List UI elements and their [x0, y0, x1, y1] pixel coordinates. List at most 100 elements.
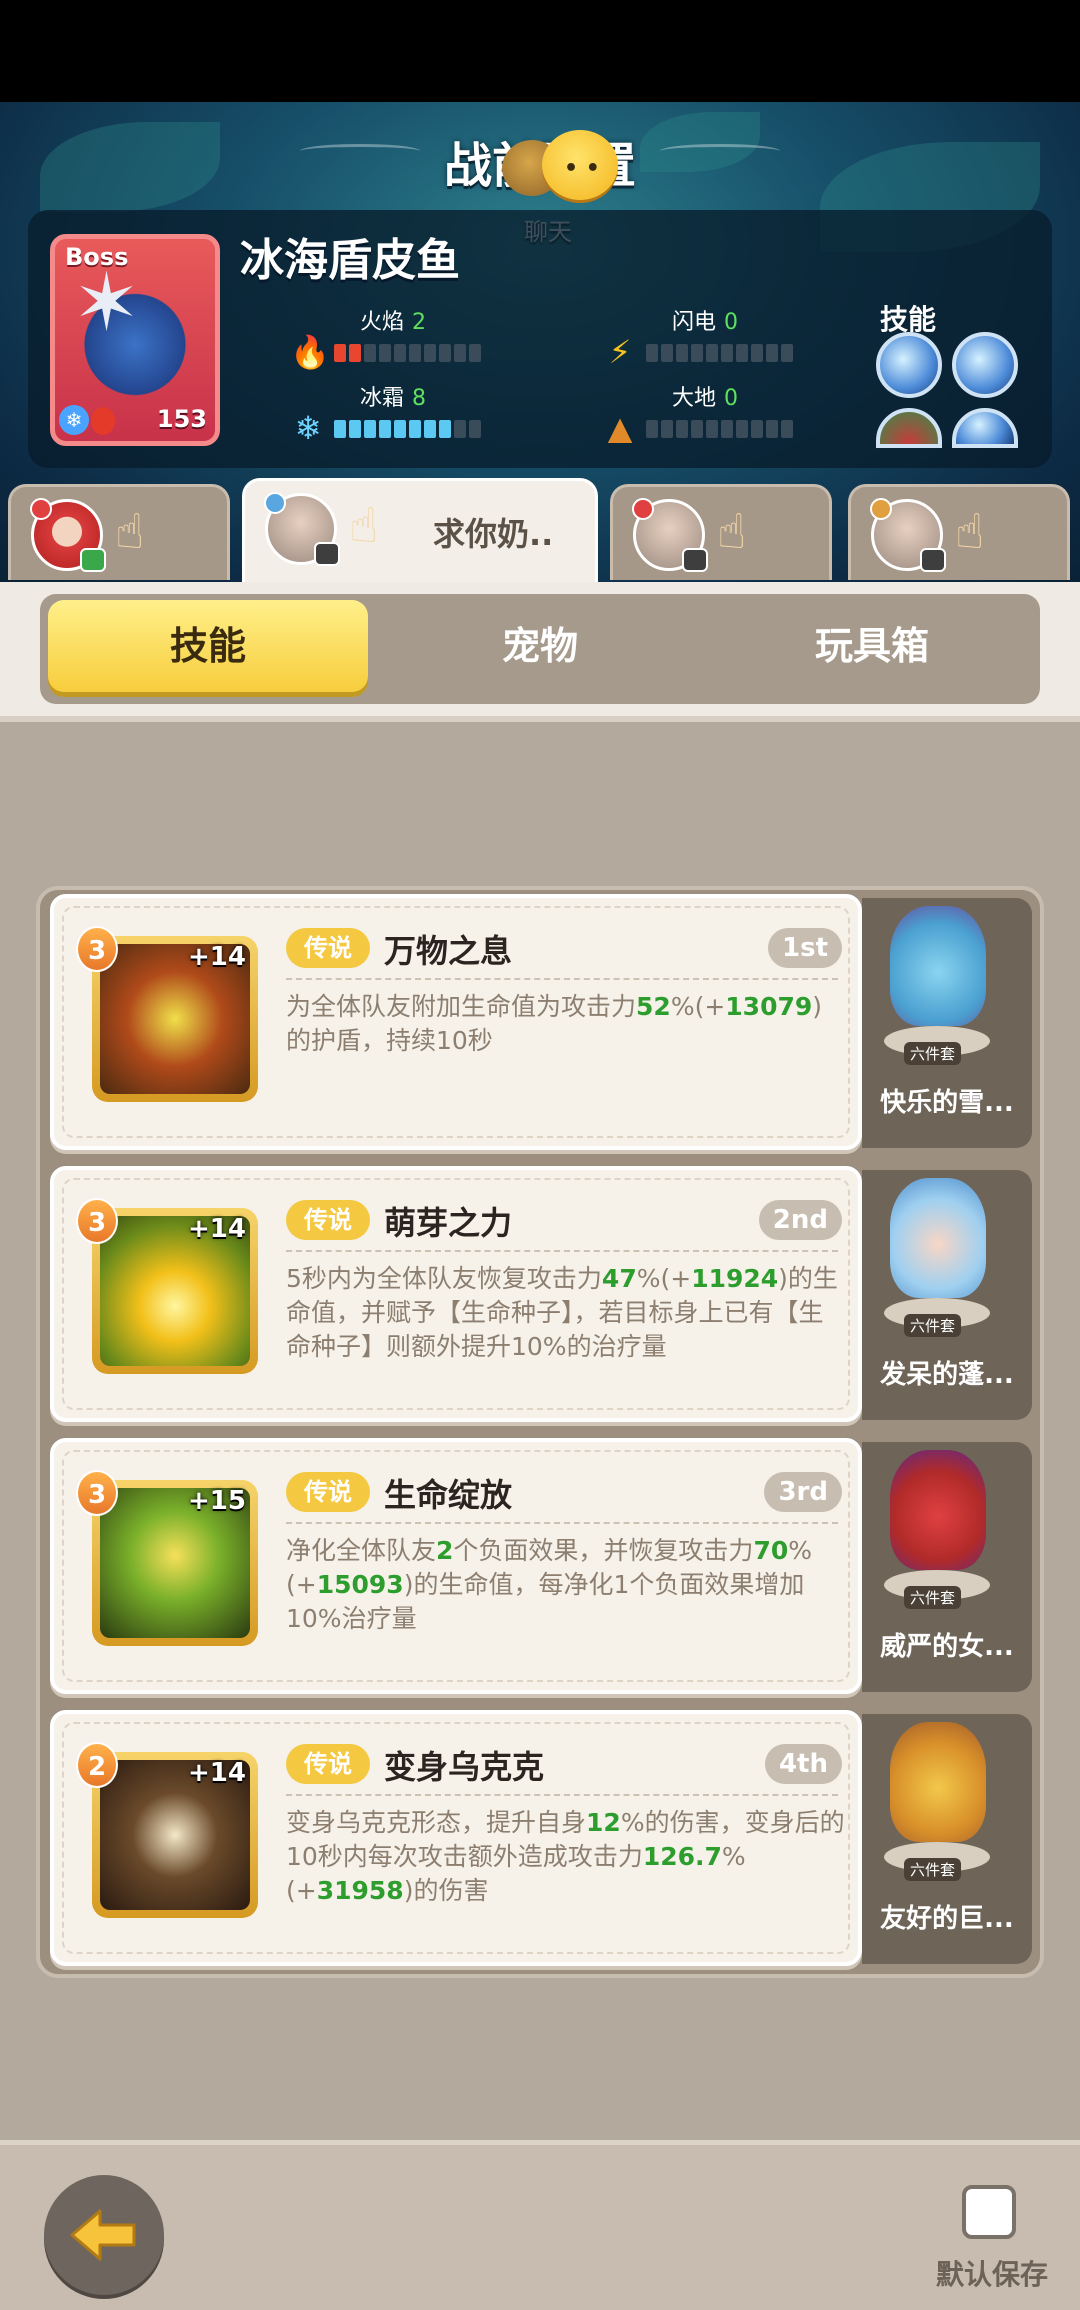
- desc-text: )的伤害: [403, 1876, 489, 1905]
- stat-lightning-value: 0: [724, 310, 739, 335]
- rank-badge: 3rd: [764, 1472, 842, 1512]
- snow-statue-icon: [890, 906, 986, 1026]
- skill-card[interactable]: 3 +15 传说 生命绽放 3rd 净化全体队友2个负面效果，并恢复攻击力70%…: [50, 1438, 862, 1694]
- earth-icon: ▲: [607, 409, 633, 447]
- skill-description: 为全体队友附加生命值为攻击力52%(+13079)的护盾，持续10秒: [286, 990, 846, 1058]
- device-icon: [314, 542, 340, 566]
- skill-level-badge: 3: [76, 926, 118, 972]
- skill-row[interactable]: 3 +14 传说 万物之息 1st 为全体队友附加生命值为攻击力52%(+130…: [50, 894, 1038, 1154]
- boss-skill-4-icon[interactable]: [952, 408, 1018, 448]
- tab-toybox[interactable]: 玩具箱: [712, 600, 1032, 692]
- skill-level-badge: 2: [76, 1742, 118, 1788]
- toy-set-card[interactable]: 六件套 友好的巨...: [862, 1714, 1032, 1964]
- player-tab-3[interactable]: ☝: [610, 484, 832, 580]
- set-label: 六件套: [904, 1858, 962, 1881]
- skill-row[interactable]: 2 +14 传说 变身乌克克 4th 变身乌克克形态，提升自身12%的伤害，变身…: [50, 1710, 1038, 1970]
- desc-text: %(+: [670, 992, 726, 1021]
- boss-spikes-icon: ✶: [73, 256, 141, 349]
- toy-set-card[interactable]: 六件套 快乐的雪...: [862, 898, 1032, 1148]
- skill-row[interactable]: 3 +15 传说 生命绽放 3rd 净化全体队友2个负面效果，并恢复攻击力70%…: [50, 1438, 1038, 1698]
- stat-frost: 冰霜 8 ❄: [290, 380, 490, 450]
- class-badge-icon: [870, 498, 892, 520]
- stat-frost-label: 冰霜: [360, 386, 405, 411]
- tab-skills[interactable]: 技能: [48, 600, 368, 692]
- frost-element-icon: ❄: [59, 405, 89, 435]
- skill-plus: +14: [188, 1214, 246, 1244]
- stat-frost-bar: [334, 420, 481, 438]
- boss-info-panel: ✶ Boss ❄ 153 冰海盾皮鱼 火焰 2 🔥 闪电 0 ⚡ 冰霜 8 ❄: [28, 210, 1052, 468]
- skill-plus: +15: [188, 1486, 246, 1516]
- skill-level-badge: 3: [76, 1470, 118, 1516]
- stat-earth: 大地 0 ▲: [602, 380, 802, 450]
- smiley-face-icon: • •: [564, 156, 600, 181]
- highlight-value: 47: [601, 1264, 637, 1293]
- boss-tag: Boss: [65, 243, 129, 271]
- rank-badge: 4th: [764, 1744, 842, 1784]
- pointing-hand-icon: ☝: [955, 504, 985, 560]
- class-badge-icon: [264, 492, 286, 514]
- default-save-label: 默认保存: [936, 2258, 1049, 2291]
- sheep-statue-icon: [890, 1178, 986, 1298]
- rarity-badge: 传说: [286, 1744, 370, 1784]
- skill-name: 变身乌克克: [384, 1748, 545, 1786]
- rarity-badge: 传说: [286, 1472, 370, 1512]
- desc-text: 5秒内为全体队友恢复攻击力: [286, 1264, 602, 1293]
- pointing-hand-icon: ☝: [115, 504, 145, 560]
- skill-name: 生命绽放: [384, 1476, 513, 1514]
- back-button[interactable]: [44, 2175, 164, 2295]
- skill-row[interactable]: 3 +14 传说 萌芽之力 2nd 5秒内为全体队友恢复攻击力47%(+1192…: [50, 1166, 1038, 1426]
- player-tabs: ☝ ☝ 求你奶.. ☝ ☝: [0, 478, 1080, 582]
- rank-badge: 1st: [768, 928, 842, 968]
- boss-skill-ice-icon[interactable]: [876, 332, 942, 398]
- lightning-icon: ⚡: [608, 333, 632, 371]
- player-avatar: [264, 492, 340, 566]
- skill-name: 万物之息: [384, 932, 513, 970]
- skill-level-badge: 3: [76, 1198, 118, 1244]
- device-icon: [920, 548, 946, 572]
- fire-icon: 🔥: [290, 333, 330, 371]
- skill-card[interactable]: 2 +14 传说 变身乌克克 4th 变身乌克克形态，提升自身12%的伤害，变身…: [50, 1710, 862, 1966]
- tab-pets[interactable]: 宠物: [380, 600, 700, 692]
- skill-card[interactable]: 3 +14 传说 萌芽之力 2nd 5秒内为全体队友恢复攻击力47%(+1192…: [50, 1166, 862, 1422]
- desc-text: 为全体队友附加生命值为攻击力: [286, 992, 637, 1021]
- boss-portrait-card[interactable]: ✶ Boss ❄ 153: [50, 234, 220, 446]
- toy-set-card[interactable]: 六件套 威严的女...: [862, 1442, 1032, 1692]
- toy-name: 发呆的蓬...: [880, 1360, 1014, 1390]
- highlight-value: 31958: [316, 1876, 404, 1905]
- highlight-value: 126.7: [642, 1842, 722, 1871]
- desc-text: %(+: [636, 1264, 692, 1293]
- boss-name: 冰海盾皮鱼: [240, 235, 460, 286]
- player-tab-1[interactable]: ☝: [8, 484, 230, 580]
- stat-frost-value: 8: [412, 386, 427, 411]
- highlight-value: 52: [636, 992, 671, 1021]
- stat-fire-bar: [334, 344, 481, 362]
- divider: [286, 1250, 838, 1252]
- stat-lightning-label: 闪电: [672, 310, 717, 335]
- fire-element-icon: [91, 407, 115, 435]
- stat-earth-value: 0: [724, 386, 739, 411]
- skill-list: 3 +14 传说 万物之息 1st 为全体队友附加生命值为攻击力52%(+130…: [36, 886, 1044, 1978]
- class-badge-icon: [632, 498, 654, 520]
- highlight-value: 13079: [725, 992, 813, 1021]
- boss-skill-3-icon[interactable]: [876, 408, 942, 448]
- toy-set-card[interactable]: 六件套 发呆的蓬...: [862, 1170, 1032, 1420]
- set-label: 六件套: [904, 1314, 962, 1337]
- status-bar: [0, 0, 1080, 102]
- toy-name: 友好的巨...: [880, 1904, 1014, 1934]
- toy-name: 威严的女...: [880, 1632, 1014, 1662]
- player-tab-2[interactable]: ☝ 求你奶..: [242, 478, 598, 582]
- skill-description: 净化全体队友2个负面效果，并恢复攻击力70%(+15093)的生命值，每净化1个…: [286, 1534, 846, 1636]
- boss-skill-crescent-icon[interactable]: [952, 332, 1018, 398]
- highlight-value: 2: [436, 1536, 454, 1565]
- majestic-statue-icon: [890, 1450, 986, 1570]
- skill-card[interactable]: 3 +14 传说 万物之息 1st 为全体队友附加生命值为攻击力52%(+130…: [50, 894, 862, 1150]
- player-tab-4[interactable]: ☝: [848, 484, 1070, 580]
- rarity-badge: 传说: [286, 928, 370, 968]
- divider: [286, 978, 838, 980]
- divider: [286, 1794, 838, 1796]
- default-save-checkbox[interactable]: [962, 2185, 1016, 2239]
- category-tabbar-area: 技能 宠物 玩具箱: [0, 582, 1080, 722]
- skill-plus: +14: [188, 1758, 246, 1788]
- snowflake-icon: ❄: [294, 409, 322, 447]
- pointing-hand-icon: ☝: [349, 498, 379, 554]
